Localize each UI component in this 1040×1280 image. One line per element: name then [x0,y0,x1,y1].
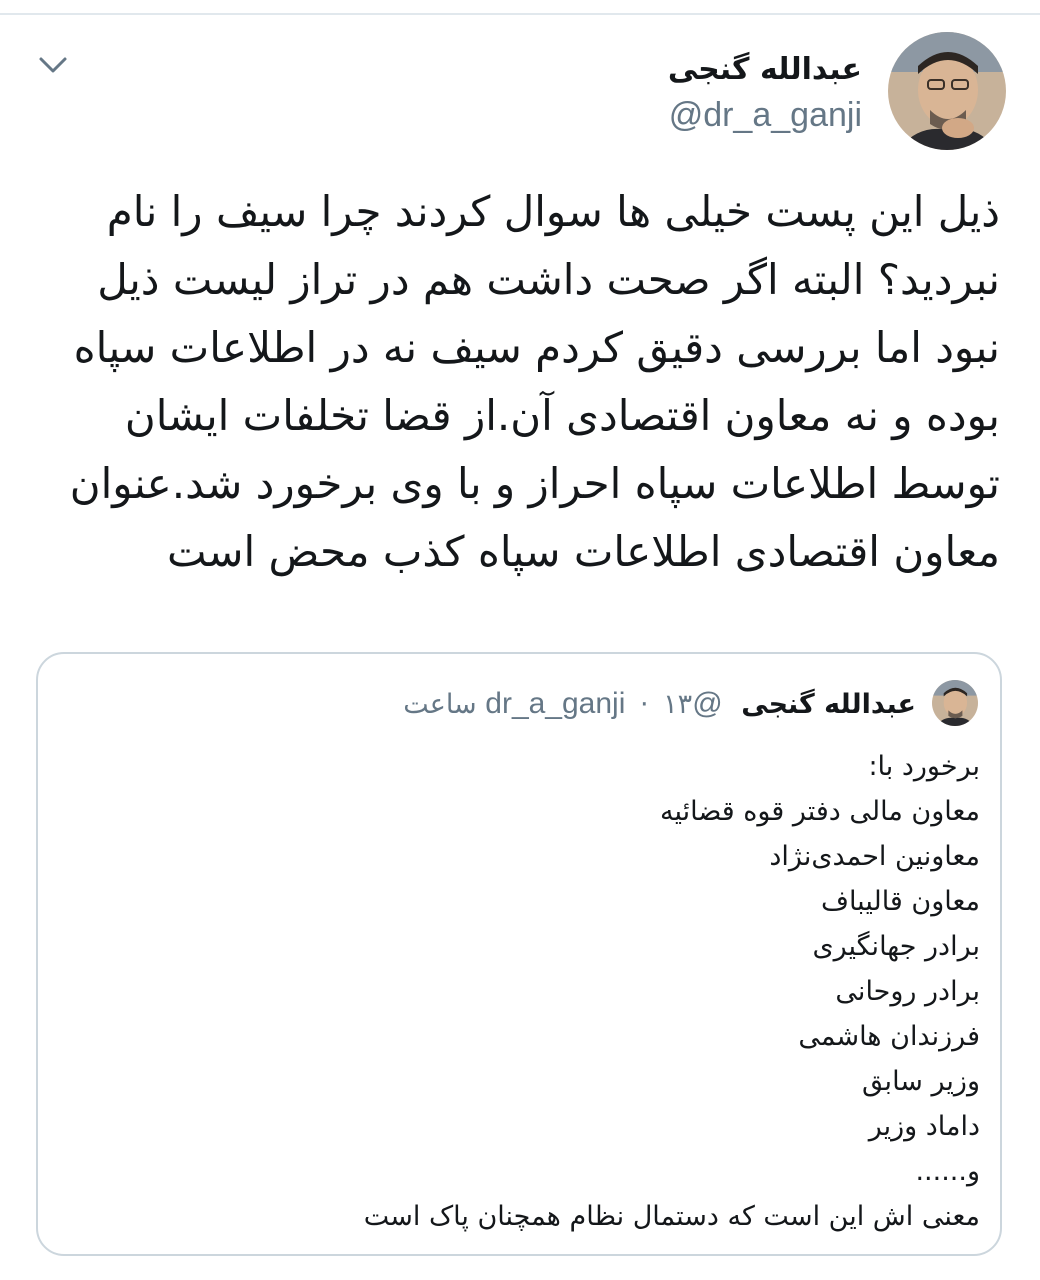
quoted-text-line: معاونین احمدی‌نژاد [769,841,980,872]
quoted-text-line: فرزندان هاشمی [798,1021,980,1052]
quoted-text-line: برادر روحانی [835,976,980,1007]
quoted-tweet-text: برخورد با: معاون مالی دفتر قوه قضائیه مع… [80,744,980,1239]
quoted-text-line: و...... [915,1156,980,1187]
author-name[interactable]: عبدالله گنجی [668,52,862,87]
quoted-tweet-card[interactable]: عبدالله گنجی @dr_a_ganji · ۱۳ ساعت برخور… [36,652,1002,1256]
quoted-text-line: برادر جهانگیری [812,931,980,962]
quoted-text-line: داماد وزیر [868,1111,980,1142]
separator-dot: · [639,689,649,720]
quoted-text-line: معنی اش این است که دستمال نظام همچنان پا… [363,1201,980,1232]
top-divider [0,13,1040,15]
tweet-text-line: بوده و نه معاون اقتصادی آن.از قضا تخلفات… [124,391,1000,440]
quoted-text-line: وزیر سابق [862,1066,980,1097]
tweet-text-line: ذیل این پست خیلی ها سوال کردند چرا سیف ر… [106,187,1000,236]
quoted-header: عبدالله گنجی @dr_a_ganji · ۱۳ ساعت [403,684,916,725]
avatar[interactable] [888,32,1006,150]
avatar-photo-icon [888,32,1006,150]
quoted-avatar[interactable] [932,680,978,726]
tweet-text-line: توسط اطلاعات سپاه احراز و با وی برخورد ش… [69,459,1000,508]
quoted-text-line: برخورد با: [868,751,980,782]
tweet-text: ذیل این پست خیلی ها سوال کردند چرا سیف ر… [36,178,1000,586]
quoted-text-line: معاون قالیباف [820,886,980,917]
author-handle[interactable]: @dr_a_ganji [669,96,862,135]
tweet-text-line: نبود اما بررسی دقیق کردم سیف نه در اطلاع… [73,323,1000,372]
quoted-author-name[interactable]: عبدالله گنجی [741,689,916,720]
quoted-avatar-photo-icon [932,680,978,726]
quoted-text-line: معاون مالی دفتر قوه قضائیه [660,796,980,827]
chevron-down-icon[interactable] [38,54,68,76]
tweet-text-line: معاون اقتصادی اطلاعات سپاه کذب محض است [167,527,1000,576]
tweet-text-line: نبردید؟ البته اگر صحت داشت هم در تراز لی… [97,255,1000,304]
